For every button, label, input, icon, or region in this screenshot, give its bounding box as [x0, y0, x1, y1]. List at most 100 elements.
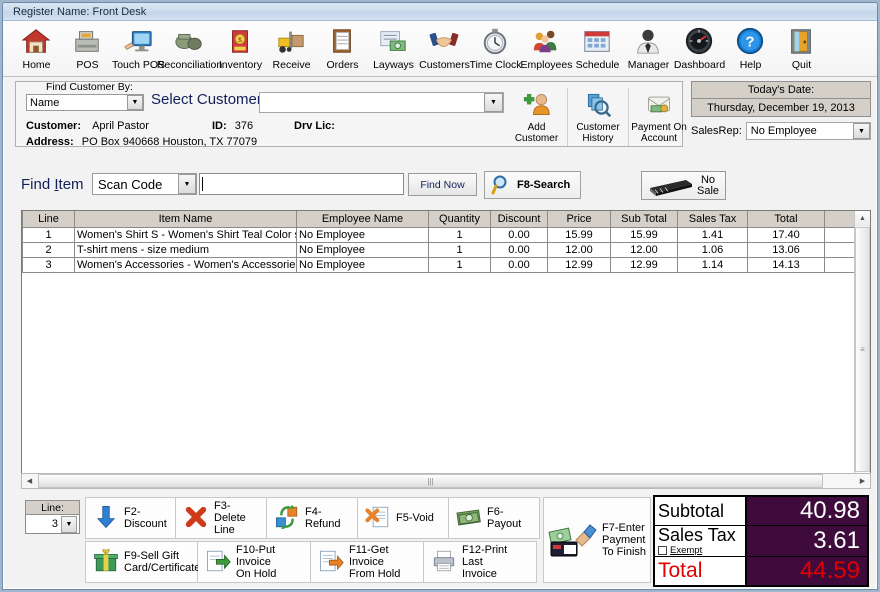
column-header-sales-tax[interactable]: Sales Tax [677, 211, 748, 228]
function-button-f9[interactable]: F9-Sell Gift Card/Certificate [85, 541, 200, 583]
function-row-2: F9-Sell Gift Card/Certificate F10-Put Invo… [85, 541, 537, 583]
table-row[interactable]: 1 Women's Shirt S - Women's Shirt Teal Co… [22, 227, 856, 243]
forklift-icon [275, 26, 309, 58]
customer-action-label: Add Customer [514, 122, 559, 144]
scroll-right-icon[interactable]: ▶ [855, 474, 870, 488]
scroll-left-icon[interactable]: ◀ [22, 474, 37, 488]
column-header-price[interactable]: Price [547, 211, 611, 228]
cell-line: 3 [22, 257, 75, 273]
customer-id-row: ID: 376 [212, 120, 253, 132]
column-header-employee-name[interactable]: Employee Name [296, 211, 429, 228]
function-button-f4[interactable]: F4-Refund [267, 497, 358, 539]
gauge-icon [685, 27, 712, 55]
no-sale-button[interactable]: No Sale [641, 171, 726, 200]
function-button-f12[interactable]: F12-Print Last Invoice [424, 541, 537, 583]
customer-action-label: Customer History [576, 122, 620, 144]
main-toolbar: Home POS Touch POS Reconciliation $ Inventory… [3, 21, 877, 77]
column-header-total[interactable]: Total [747, 211, 825, 228]
customer-action-group: Add Customer Customer History Payment On Acco… [506, 88, 689, 146]
toolbar-button-reconciliation[interactable]: Reconciliation [157, 23, 222, 77]
chevron-down-icon[interactable]: ▼ [61, 515, 77, 533]
total-label-cell: Total [655, 557, 747, 585]
handshake-icon [429, 32, 458, 48]
grid-vertical-scrollbar[interactable]: ▲ ≡ ▼ [854, 211, 870, 487]
horizontal-scroll-thumb[interactable]: ||| [38, 474, 823, 488]
select-customer-combo[interactable]: ▼ [259, 92, 504, 113]
f8-search-button[interactable]: F8-Search [484, 171, 581, 199]
table-row[interactable]: 3 Women's Accessories - Women's Accessori… [22, 257, 856, 273]
table-row[interactable]: 2 T-shirt mens - size medium No Employee 1 0… [22, 242, 856, 258]
function-row-1: F2-Discount F3-Delete Line F4-Refund F5-Voi… [85, 497, 540, 539]
toolbar-button-dashboard[interactable]: Dashboard [674, 23, 725, 77]
function-button-f5[interactable]: F5-Void [358, 497, 449, 539]
salestax-row: Sales Tax Exempt 3.61 [655, 526, 867, 557]
find-item-input[interactable] [199, 173, 404, 195]
tax-exempt-checkbox[interactable] [658, 546, 667, 555]
toolbar-button-customers[interactable]: Customers [419, 23, 470, 77]
toolbar-button-schedule[interactable]: Schedule [572, 23, 623, 77]
toolbar-button-manager[interactable]: Manager [623, 23, 674, 77]
cell-quantity: 1 [428, 227, 491, 243]
function-button-label: F2-Discount [124, 506, 167, 530]
stopwatch-icon [483, 28, 506, 55]
toolbar-button-label: Customers [419, 59, 470, 71]
find-customer-by-select[interactable]: Name ▼ [26, 94, 144, 111]
column-header-quantity[interactable]: Quantity [428, 211, 491, 228]
chevron-down-icon[interactable]: ▼ [178, 174, 196, 194]
column-header-sub-total[interactable]: Sub Total [610, 211, 678, 228]
f7-enter-payment-button[interactable]: F7-Enter Payment To Finish [543, 497, 651, 583]
toolbar-button-receive[interactable]: Receive [266, 23, 317, 77]
toolbar-button-quit[interactable]: Quit [776, 23, 827, 77]
find-now-button[interactable]: Find Now [408, 173, 477, 196]
function-button-f2[interactable]: F2-Discount [85, 497, 176, 539]
tax-exempt-checkbox-group[interactable]: Exempt [658, 545, 745, 556]
grid-horizontal-scrollbar[interactable]: ◀ ||| ▶ [21, 473, 871, 489]
customer-name: April Pastor [92, 120, 149, 132]
customer-action-payment-on[interactable]: Payment On Account [628, 88, 689, 146]
chevron-down-icon[interactable]: ▼ [853, 123, 870, 139]
toolbar-button-label: Quit [791, 59, 812, 71]
toolbar-button-time-clock[interactable]: Time Clock [469, 23, 522, 77]
salesrep-combo[interactable]: No Employee ▼ [745, 122, 871, 140]
column-header-discount[interactable]: Discount [490, 211, 548, 228]
customer-action-customer[interactable]: Customer History [567, 88, 628, 146]
red-x-icon [183, 504, 209, 533]
toolbar-button-inventory[interactable]: $ Inventory [215, 23, 266, 77]
svg-text:$: $ [238, 37, 242, 44]
toolbar-button-home[interactable]: Home [11, 23, 62, 77]
column-header-item-name[interactable]: Item Name [74, 211, 297, 228]
inventory-box-icon: $ [224, 26, 258, 58]
cell-subtotal: 12.99 [610, 257, 678, 273]
function-button-f10[interactable]: F10-Put Invoice On Hold [198, 541, 311, 583]
cell-subtotal: 12.00 [610, 242, 678, 258]
grip-icon: ||| [427, 476, 434, 486]
function-button-f11[interactable]: F11-Get Invoice From Hold [311, 541, 424, 583]
money-bag-icon [173, 26, 207, 58]
customer-action-add[interactable]: Add Customer [506, 88, 567, 146]
vertical-scroll-thumb[interactable]: ≡ [855, 227, 870, 472]
function-button-f3[interactable]: F3-Delete Line [176, 497, 267, 539]
toolbar-button-pos[interactable]: POS [62, 23, 113, 77]
scroll-up-icon[interactable]: ▲ [855, 211, 870, 226]
line-spinner-field[interactable]: 3 ▼ [25, 515, 80, 534]
find-item-mode-combo[interactable]: Scan Code ▼ [92, 173, 197, 195]
find-customer-by-value: Name [30, 96, 60, 109]
toolbar-button-label: Schedule [575, 59, 620, 71]
toolbar-button-employees[interactable]: Employees [521, 23, 572, 77]
toolbar-button-help[interactable]: ? Help [725, 23, 776, 77]
clipboard-icon [332, 29, 351, 53]
chevron-down-icon[interactable]: ▼ [484, 93, 503, 112]
toolbar-button-label: Layways [373, 59, 414, 71]
function-button-f6[interactable]: F6-Payout [449, 497, 540, 539]
chevron-down-icon[interactable]: ▼ [127, 95, 143, 110]
person-tie-icon [636, 29, 659, 54]
exit-door-icon [785, 26, 819, 58]
calendar-icon [581, 26, 615, 58]
toolbar-button-layways[interactable]: Layways [368, 23, 419, 77]
toolbar-button-orders[interactable]: Orders [317, 23, 368, 77]
line-spinner[interactable]: Line: 3 ▼ [25, 500, 80, 534]
gift-box-icon [94, 548, 118, 571]
add-customer-icon [523, 93, 550, 115]
column-header-line[interactable]: Line [22, 211, 75, 228]
red-x-icon [185, 506, 207, 527]
